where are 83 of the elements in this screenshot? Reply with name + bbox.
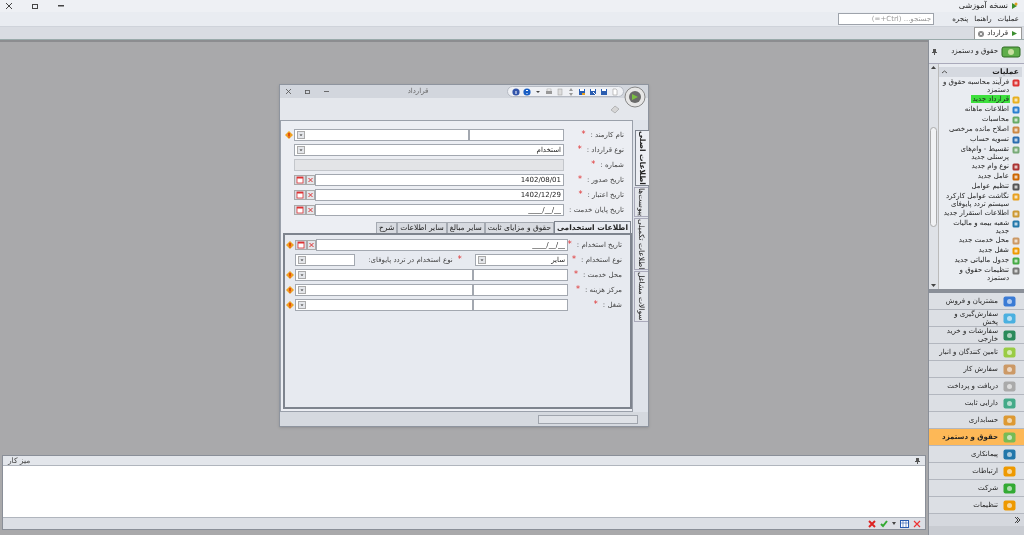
required-mark: * <box>567 239 572 251</box>
calendar-button[interactable] <box>294 205 306 215</box>
module-icon <box>1003 465 1016 477</box>
calendar-button[interactable] <box>294 190 306 200</box>
module-icon <box>1003 431 1016 443</box>
scrollbar[interactable] <box>929 64 939 289</box>
save-icon[interactable] <box>578 87 586 96</box>
clear-button[interactable] <box>307 240 316 250</box>
dropdown-button[interactable] <box>297 146 305 154</box>
eraser-icon[interactable] <box>610 104 620 114</box>
required-mark: * <box>577 174 582 186</box>
money-icon <box>1001 44 1021 59</box>
required-mark: * <box>577 144 582 156</box>
app-orb-icon[interactable] <box>624 86 646 108</box>
module-icon <box>1003 397 1016 409</box>
warning-icon <box>286 286 294 294</box>
pin-icon[interactable] <box>932 48 937 55</box>
module-icon <box>1003 346 1016 358</box>
code-field[interactable] <box>473 284 568 296</box>
close-icon[interactable] <box>286 89 291 94</box>
code-field[interactable] <box>473 299 568 311</box>
scroll-down-icon[interactable] <box>931 284 936 287</box>
module-icon <box>1003 380 1016 392</box>
required-mark: * <box>591 159 596 171</box>
help-icon[interactable] <box>523 87 531 96</box>
module-icon <box>1003 295 1016 307</box>
name-field[interactable] <box>295 284 473 296</box>
dropdown-button[interactable] <box>297 131 305 139</box>
app-title: نسخه آموزشی <box>958 0 1008 12</box>
required-mark: * <box>572 254 577 266</box>
calendar-button[interactable] <box>295 240 307 250</box>
check-icon[interactable] <box>880 519 888 528</box>
required-mark: * <box>593 299 598 311</box>
minimize-icon[interactable] <box>324 90 329 93</box>
scrollbar-thumb[interactable] <box>930 126 937 227</box>
required-mark: * <box>574 269 578 281</box>
module-icon <box>1003 448 1016 460</box>
required-mark: * <box>576 284 580 296</box>
pin-icon[interactable] <box>915 457 920 464</box>
save-icon[interactable] <box>589 87 597 96</box>
module-icon <box>1003 329 1016 341</box>
module-icon <box>1003 414 1016 426</box>
name-field[interactable] <box>294 129 469 141</box>
app-logo-icon <box>1011 2 1018 10</box>
scroll-up-icon[interactable] <box>931 66 936 69</box>
caret-icon[interactable] <box>892 522 896 525</box>
clear-button[interactable] <box>306 205 315 215</box>
dropdown-button[interactable] <box>298 301 306 309</box>
clear-button[interactable] <box>306 175 315 185</box>
app-logo-icon <box>1011 30 1018 37</box>
dropdown-button[interactable] <box>478 256 486 264</box>
required-mark: * <box>581 129 586 141</box>
minimize-icon[interactable] <box>58 5 64 7</box>
warning-icon <box>286 271 294 279</box>
delete-icon[interactable] <box>868 519 876 528</box>
dropdown-button[interactable] <box>298 256 306 264</box>
grid-icon[interactable] <box>900 519 909 528</box>
module-icon <box>1003 499 1016 511</box>
dropdown-button[interactable] <box>298 286 306 294</box>
warning-icon <box>285 131 293 139</box>
restore-icon[interactable] <box>32 3 38 9</box>
code-field[interactable] <box>473 269 568 281</box>
dropdown-button[interactable] <box>298 271 306 279</box>
chevron-icon[interactable] <box>1015 517 1020 523</box>
warning-icon <box>286 301 294 309</box>
name-field[interactable] <box>295 299 473 311</box>
save-icon[interactable] <box>600 87 608 96</box>
required-mark: * <box>457 254 462 266</box>
info-icon[interactable] <box>512 87 520 96</box>
collapse-icon[interactable] <box>942 69 947 75</box>
module-icon <box>1003 482 1016 494</box>
print-icon[interactable] <box>545 87 553 96</box>
module-icon <box>1003 312 1016 324</box>
maximize-icon[interactable] <box>305 89 310 94</box>
copy-icon[interactable] <box>556 87 564 96</box>
calendar-button[interactable] <box>294 175 306 185</box>
module-icon <box>1003 363 1016 375</box>
name-field[interactable] <box>295 269 473 281</box>
clear-button[interactable] <box>306 190 315 200</box>
code-field[interactable] <box>469 129 564 141</box>
required-mark: * <box>578 189 583 201</box>
dropdown-field[interactable] <box>295 254 355 266</box>
close-icon[interactable] <box>6 3 12 9</box>
